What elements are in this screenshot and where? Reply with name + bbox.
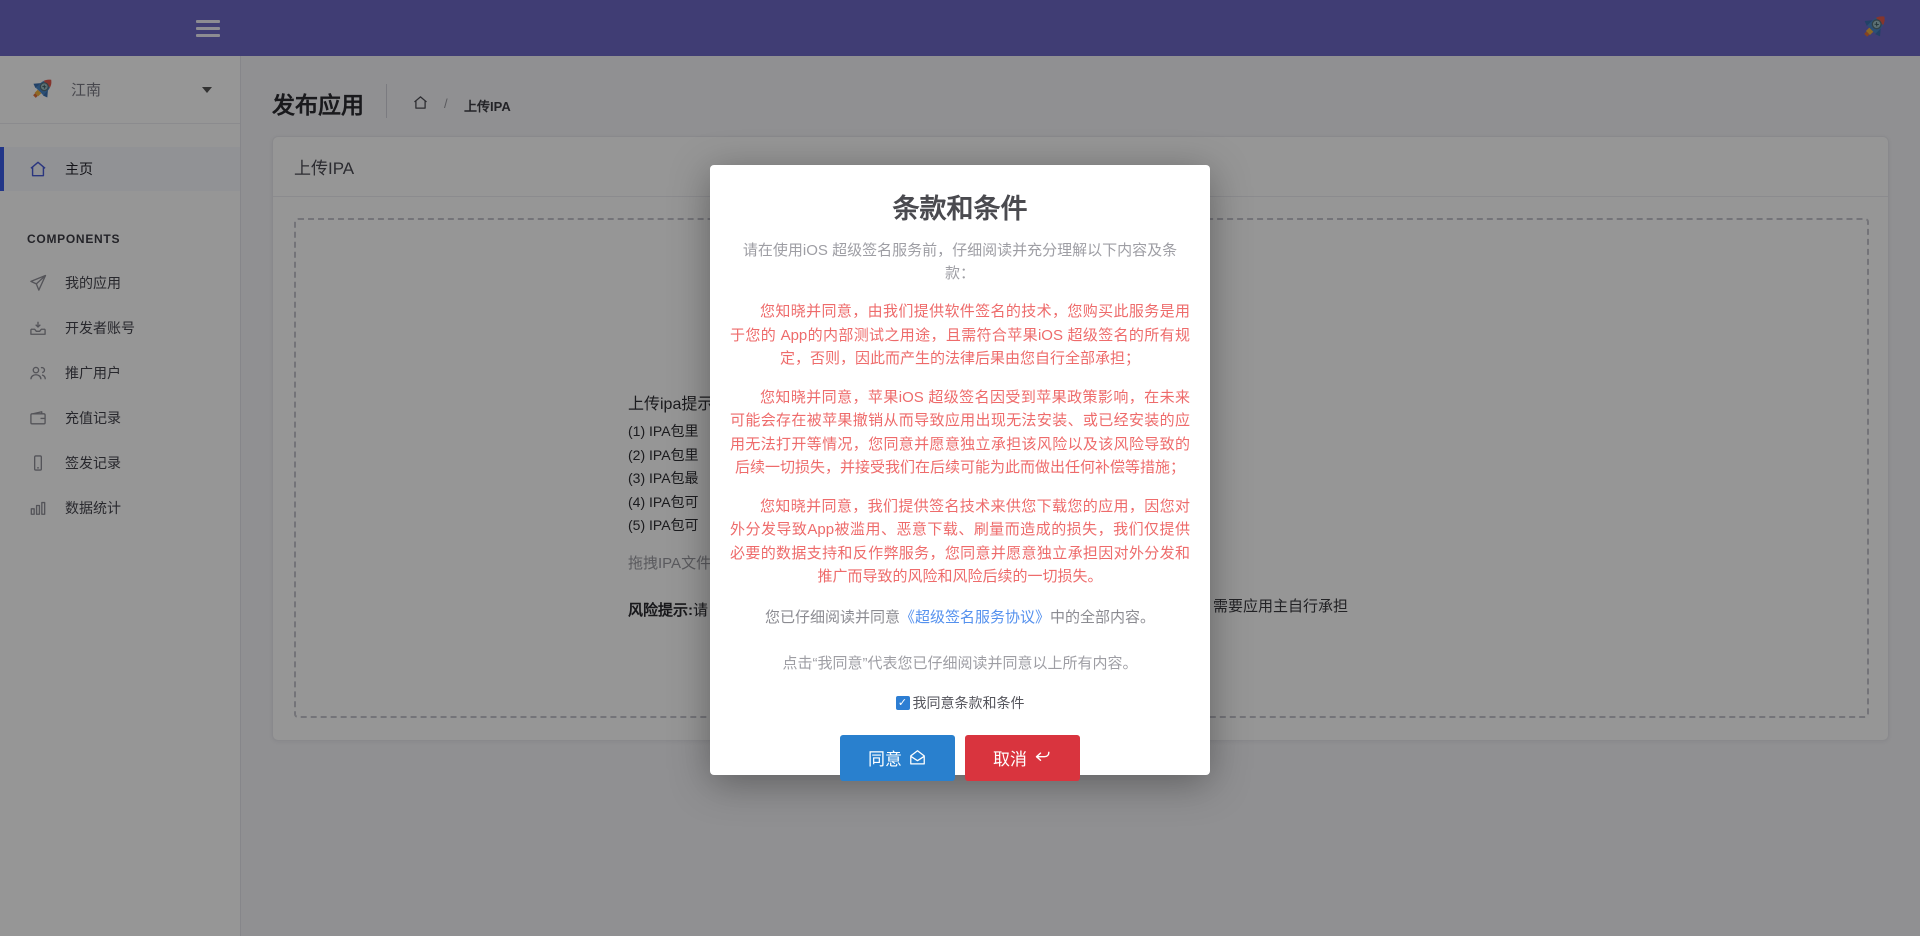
agreement-line: 您已仔细阅读并同意《超级签名服务协议》中的全部内容。 — [730, 606, 1190, 629]
checkbox-label: 我同意条款和条件 — [913, 693, 1025, 713]
checkbox-checked-icon[interactable]: ✓ — [896, 696, 910, 710]
cancel-button[interactable]: 取消 — [965, 735, 1080, 781]
terms-paragraph-2: 您知晓并同意，苹果iOS 超级签名因受到苹果政策影响，在未来可能会存在被苹果撤销… — [730, 386, 1190, 480]
agree-checkbox-row[interactable]: ✓ 我同意条款和条件 — [730, 693, 1190, 713]
terms-paragraph-3: 您知晓并同意，我们提供签名技术来供您下载您的应用，因您对外分发导致App被滥用、… — [730, 495, 1190, 589]
agree-button[interactable]: 同意 — [840, 735, 955, 781]
modal-title: 条款和条件 — [730, 187, 1190, 226]
undo-arrow-icon — [1033, 748, 1052, 767]
modal-intro: 请在使用iOS 超级签名服务前，仔细阅读并充分理解以下内容及条款： — [730, 239, 1190, 285]
service-agreement-link[interactable]: 《超级签名服务协议》 — [900, 609, 1050, 626]
terms-modal: 条款和条件 请在使用iOS 超级签名服务前，仔细阅读并充分理解以下内容及条款： … — [710, 165, 1210, 775]
terms-paragraph-1: 您知晓并同意，由我们提供软件签名的技术，您购买此服务是用于您的 App的内部测试… — [730, 300, 1190, 371]
click-agree-notice: 点击“我同意”代表您已仔细阅读并同意以上所有内容。 — [730, 652, 1190, 673]
envelope-open-icon — [908, 748, 927, 767]
